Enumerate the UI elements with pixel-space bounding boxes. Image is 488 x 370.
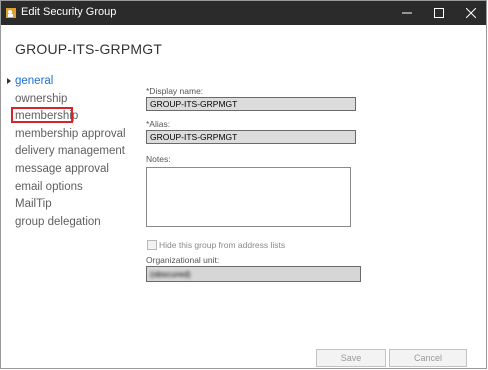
membership-highlight-box <box>11 107 73 123</box>
nav-item-label: membership approval <box>15 127 126 140</box>
save-button[interactable]: Save <box>316 349 386 367</box>
organizational-unit-value: (obscured) <box>150 269 191 279</box>
nav-item-membership-approval[interactable]: membership approval <box>7 126 126 144</box>
alias-field[interactable]: GROUP-ITS-GRPMGT <box>146 130 356 144</box>
cancel-button[interactable]: Cancel <box>389 349 467 367</box>
notes-label: Notes: <box>146 154 171 164</box>
nav-item-label: email options <box>15 180 83 193</box>
page-title: GROUP-ITS-GRPMGT <box>15 41 163 57</box>
notes-textarea[interactable] <box>146 167 351 227</box>
nav-item-mailtip[interactable]: MailTip <box>7 196 126 214</box>
display-name-label: *Display name: <box>146 86 204 96</box>
nav-item-message-approval[interactable]: message approval <box>7 161 126 179</box>
nav-item-group-delegation[interactable]: group delegation <box>7 214 126 232</box>
minimize-button[interactable] <box>391 1 423 25</box>
sidebar-nav: general ownership membership membership … <box>7 73 126 231</box>
organizational-unit-field[interactable]: (obscured) <box>146 266 361 282</box>
app-icon <box>5 6 17 18</box>
organizational-unit-label: Organizational unit: <box>146 255 220 265</box>
maximize-button[interactable] <box>423 1 455 25</box>
nav-item-label: delivery management <box>15 145 125 158</box>
maximize-icon <box>434 8 444 18</box>
alias-label: *Alias: <box>146 119 171 129</box>
minimize-icon <box>402 12 412 14</box>
nav-item-email-options[interactable]: email options <box>7 179 126 197</box>
nav-item-label: ownership <box>15 92 68 105</box>
nav-item-label: general <box>15 75 54 87</box>
nav-item-label: MailTip <box>15 198 52 211</box>
nav-item-label: message approval <box>15 162 109 175</box>
nav-item-general[interactable]: general <box>7 73 126 91</box>
hide-from-address-lists-checkbox[interactable] <box>147 240 157 250</box>
window-title: Edit Security Group <box>21 6 117 18</box>
display-name-field[interactable]: GROUP-ITS-GRPMGT <box>146 97 356 111</box>
close-button[interactable] <box>455 1 487 25</box>
edit-security-group-window: Edit Security Group GROUP-ITS-GRPMGT gen… <box>0 0 487 369</box>
nav-item-delivery-management[interactable]: delivery management <box>7 143 126 161</box>
hide-from-address-lists-label: Hide this group from address lists <box>159 240 286 250</box>
nav-item-ownership[interactable]: ownership <box>7 91 126 109</box>
close-icon <box>466 8 476 18</box>
selected-arrow-icon <box>7 78 11 84</box>
nav-item-label: group delegation <box>15 215 101 228</box>
title-bar[interactable]: Edit Security Group <box>1 1 486 25</box>
